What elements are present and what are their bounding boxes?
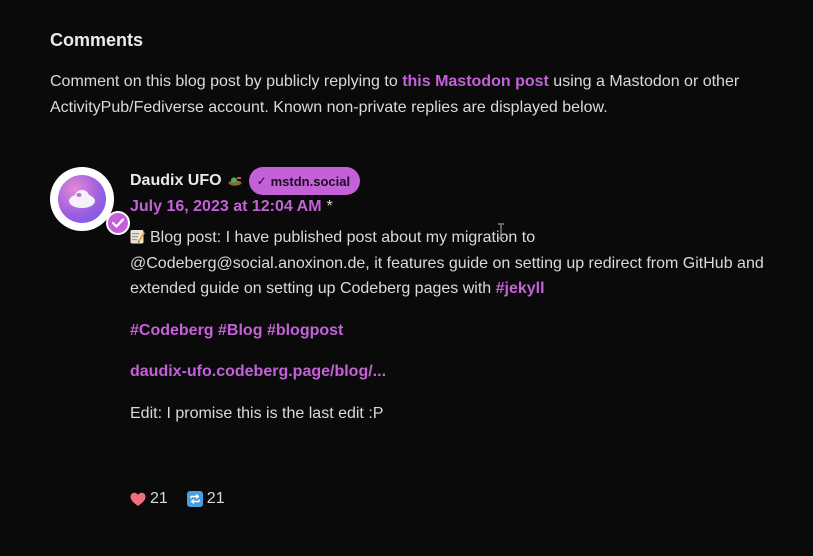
comment-hashtags: #Codeberg #Blog #blogpost [130,318,770,344]
edit-note: Edit: I promise this is the last edit :P [130,404,384,422]
ufo-icon [69,190,95,208]
edited-marker: * [326,198,333,215]
comment-date-link[interactable]: July 16, 2023 at 12:04 AM [130,198,322,216]
comment-paragraph-1: Blog post: I have published post about m… [130,225,770,302]
comment-link-paragraph: daudix-ufo.codeberg.page/blog/... [130,359,770,385]
comment-date-row: July 16, 2023 at 12:04 AM * [130,195,770,219]
verified-check-icon [106,211,130,235]
mastodon-post-link[interactable]: this Mastodon post [402,73,549,90]
intro-text-before: Comment on this blog post by publicly re… [50,73,403,90]
comments-heading: Comments [50,30,144,50]
comment-reactions: 21 21 [130,490,244,508]
hashtag-codeberg[interactable]: #Codeberg [130,322,214,339]
boosts-count: 21 [206,490,225,507]
check-icon: ✓ [256,174,267,188]
paragraph1-text: Blog post: I have published post about m… [130,229,764,297]
server-badge-label: mstdn.social [270,173,351,189]
heart-icon [130,492,146,506]
boost-repeat-icon [186,491,203,507]
boosts-reaction[interactable]: 21 [186,490,225,508]
author-name[interactable]: Daudix UFO [130,172,222,190]
hashtag-jekyll[interactable]: #jekyll [496,280,545,297]
comments-intro: Comment on this blog post by publicly re… [50,69,785,121]
hashtag-blogpost[interactable]: #blogpost [267,322,343,339]
likes-count: 21 [150,490,168,507]
comment-content: Blog post: I have published post about m… [130,225,770,426]
pencil-memo-icon [130,230,145,244]
blog-link[interactable]: daudix-ufo.codeberg.page/blog/... [130,363,386,380]
likes-reaction[interactable]: 21 [130,490,168,508]
hashtag-blog[interactable]: #Blog [218,322,262,339]
server-badge[interactable]: ✓ mstdn.social [248,167,361,195]
comment-body: Daudix UFO ✓ mstdn.social July 16, 2023 … [130,167,770,507]
author-avatar[interactable] [50,167,130,235]
author-row: Daudix UFO ✓ mstdn.social [130,167,770,195]
ufo-avatar-image [58,175,106,223]
text-cursor-icon [498,223,504,239]
ufo-emoji-icon [228,177,242,186]
avatar-frame [50,167,114,231]
